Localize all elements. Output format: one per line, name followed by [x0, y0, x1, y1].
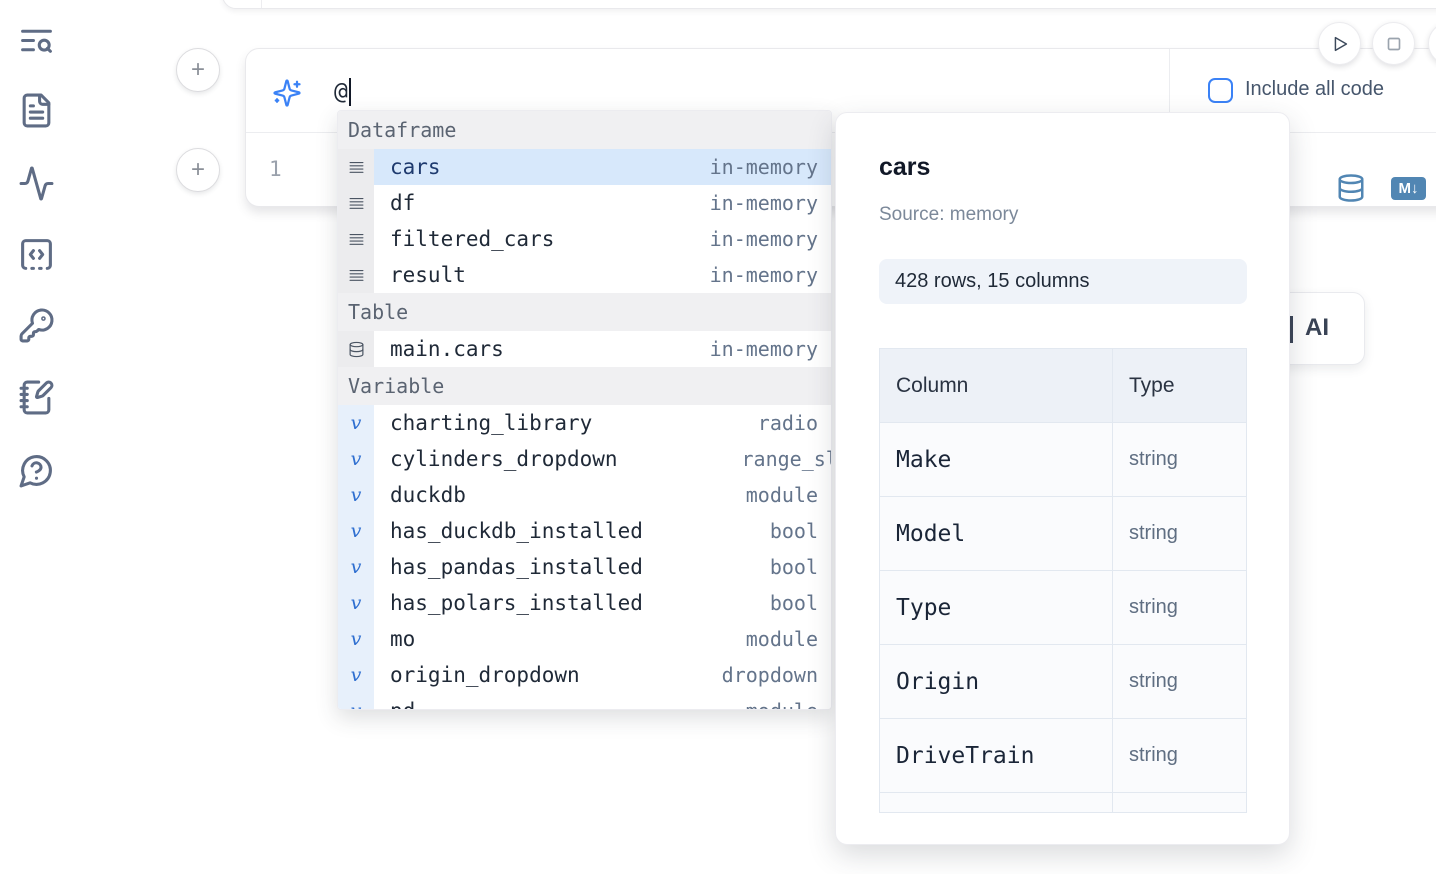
variable-icon: v	[338, 657, 374, 693]
rows-icon	[338, 185, 374, 221]
table-row: Model string	[880, 497, 1246, 571]
variable-icon: v	[338, 405, 374, 441]
stop-button[interactable]	[1372, 22, 1415, 65]
variable-icon: v	[338, 693, 374, 710]
previous-cell-divider	[261, 0, 262, 8]
activity-icon[interactable]	[17, 164, 55, 202]
variable-icon: v	[338, 513, 374, 549]
section-header-variable: Variable	[338, 367, 831, 405]
table-header-row: Column Type	[880, 349, 1246, 423]
sparkles-icon	[272, 78, 302, 108]
notebook-page: + + @ Include all code 1 M↓ Dataf	[0, 0, 1436, 874]
previous-cell-fragment	[222, 0, 1436, 9]
table-row-partial	[880, 793, 1246, 813]
preview-summary-badge: 428 rows, 15 columns	[879, 259, 1247, 304]
preview-source: Source: memory	[879, 204, 1018, 226]
section-header-table: Table	[338, 293, 831, 331]
table-row: DriveTrain string	[880, 719, 1246, 793]
text-search-icon[interactable]	[17, 21, 55, 59]
completion-item-duckdb[interactable]: v duckdb module	[338, 477, 831, 513]
key-icon[interactable]	[17, 306, 55, 344]
ai-prompt-input[interactable]: @	[334, 75, 1034, 109]
table-row: Origin string	[880, 645, 1246, 719]
add-cell-below-button[interactable]: +	[176, 148, 220, 192]
column-header: Column	[880, 349, 1113, 422]
ai-card-label: AI	[1305, 314, 1329, 342]
file-text-icon[interactable]	[17, 91, 55, 129]
line-number: 1	[269, 157, 282, 181]
include-all-code-label: Include all code	[1245, 78, 1384, 101]
completion-item-origin-dropdown[interactable]: v origin_dropdown dropdown	[338, 657, 831, 693]
left-sidebar	[0, 0, 72, 874]
add-cell-above-button[interactable]: +	[176, 48, 220, 92]
variable-icon: v	[338, 477, 374, 513]
variable-icon: v	[338, 585, 374, 621]
preview-schema-table: Column Type Make string Model string Typ…	[879, 348, 1247, 813]
rows-icon	[338, 149, 374, 185]
table-row: Type string	[880, 571, 1246, 645]
dataframe-preview-popup: cars Source: memory 428 rows, 15 columns…	[835, 112, 1290, 845]
preview-title: cars	[879, 153, 930, 182]
completion-item-mo[interactable]: v mo module	[338, 621, 831, 657]
text-caret	[349, 78, 351, 106]
completion-item-pd[interactable]: v pd module	[338, 693, 831, 710]
completion-item-result[interactable]: result in-memory	[338, 257, 831, 293]
rows-icon	[338, 221, 374, 257]
completion-item-main-cars[interactable]: main.cars in-memory	[338, 331, 831, 367]
completion-item-cars[interactable]: cars in-memory	[338, 149, 831, 185]
completion-item-charting-library[interactable]: v charting_library radio	[338, 405, 831, 441]
database-icon[interactable]	[1336, 173, 1366, 203]
completion-item-has-duckdb-installed[interactable]: v has_duckdb_installed bool	[338, 513, 831, 549]
variable-icon: v	[338, 441, 374, 477]
variable-icon: v	[338, 621, 374, 657]
include-all-code-checkbox[interactable]	[1208, 78, 1233, 103]
snippets-code-icon[interactable]	[17, 235, 55, 273]
table-row: Make string	[880, 423, 1246, 497]
variable-icon: v	[338, 549, 374, 585]
completion-item-cylinders-dropdown[interactable]: v cylinders_dropdown range_slider	[338, 441, 831, 477]
run-button[interactable]	[1318, 22, 1361, 65]
notebook-pen-icon[interactable]	[17, 378, 55, 416]
section-header-dataframe: Dataframe	[338, 111, 831, 149]
database-icon	[338, 331, 374, 367]
autocomplete-dropdown: Dataframe cars in-memory df in-memory fi…	[337, 110, 832, 710]
help-chat-icon[interactable]	[17, 451, 55, 489]
type-header: Type	[1113, 349, 1246, 422]
completion-item-filtered-cars[interactable]: filtered_cars in-memory	[338, 221, 831, 257]
rows-icon	[338, 257, 374, 293]
ai-prompt-value: @	[334, 79, 348, 105]
completion-item-df[interactable]: df in-memory	[338, 185, 831, 221]
markdown-icon[interactable]: M↓	[1391, 177, 1426, 200]
completion-item-has-pandas-installed[interactable]: v has_pandas_installed bool	[338, 549, 831, 585]
completion-item-has-polars-installed[interactable]: v has_polars_installed bool	[338, 585, 831, 621]
